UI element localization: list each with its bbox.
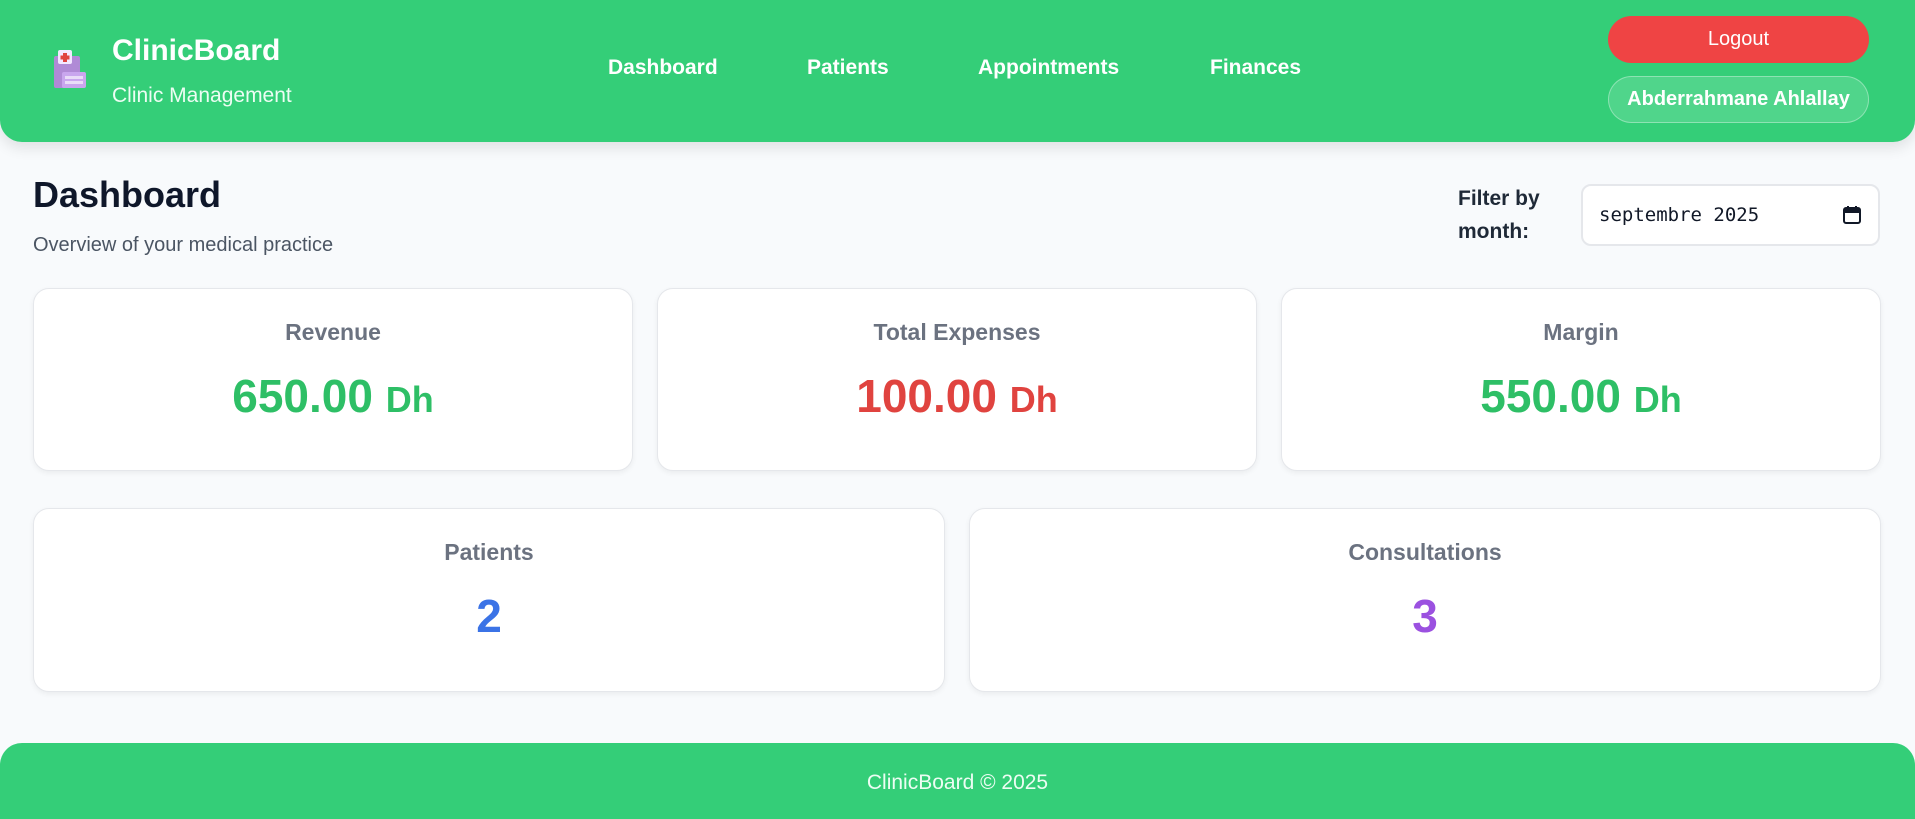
consultations-value: 3 xyxy=(1412,590,1438,642)
page-title: Dashboard xyxy=(33,174,222,215)
brand-subtitle: Clinic Management xyxy=(112,84,292,107)
footer-copyright: ClinicBoard © 2025 xyxy=(866,771,1049,794)
page-subtitle: Overview of your medical practice xyxy=(33,234,334,256)
user-profile-button[interactable]: Abderrahmane Ahlallay xyxy=(1608,76,1869,123)
logout-button[interactable]: Logout xyxy=(1608,16,1869,63)
nav-patients[interactable]: Patients xyxy=(807,56,889,80)
margin-unit: Dh xyxy=(1633,379,1682,420)
patients-value: 2 xyxy=(476,590,502,642)
month-filter-value: septembre 2025 xyxy=(1599,204,1760,226)
filter-month-label: Filter by month: xyxy=(1458,187,1540,243)
nav-appointments[interactable]: Appointments xyxy=(978,56,1119,80)
patients-label: Patients xyxy=(444,539,534,565)
revenue-card: Revenue 650.00 Dh xyxy=(33,288,633,471)
patients-card: Patients 2 xyxy=(33,508,945,692)
revenue-unit: Dh xyxy=(385,379,434,420)
expenses-unit: Dh xyxy=(1009,379,1058,420)
consultations-label: Consultations xyxy=(1348,539,1502,565)
expenses-label: Total Expenses xyxy=(873,319,1041,345)
margin-label: Margin xyxy=(1543,319,1619,345)
top-header: ClinicBoard Clinic Management Dashboard … xyxy=(0,0,1915,142)
page-footer: ClinicBoard © 2025 xyxy=(0,743,1915,819)
month-filter-input[interactable]: septembre 2025 xyxy=(1581,184,1880,246)
expenses-value-line: 100.00 Dh xyxy=(658,369,1256,423)
revenue-label: Revenue xyxy=(285,319,381,345)
revenue-value: 650.00 xyxy=(232,370,373,422)
nav-dashboard[interactable]: Dashboard xyxy=(608,56,718,80)
margin-card: Margin 550.00 Dh xyxy=(1281,288,1881,471)
calendar-icon[interactable] xyxy=(1842,205,1862,225)
margin-value-line: 550.00 Dh xyxy=(1282,369,1880,423)
consultations-card: Consultations 3 xyxy=(969,508,1881,692)
revenue-value-line: 650.00 Dh xyxy=(34,369,632,423)
nav-finances[interactable]: Finances xyxy=(1210,56,1301,80)
margin-value: 550.00 xyxy=(1480,370,1621,422)
expenses-value: 100.00 xyxy=(856,370,997,422)
expenses-card: Total Expenses 100.00 Dh xyxy=(657,288,1257,471)
